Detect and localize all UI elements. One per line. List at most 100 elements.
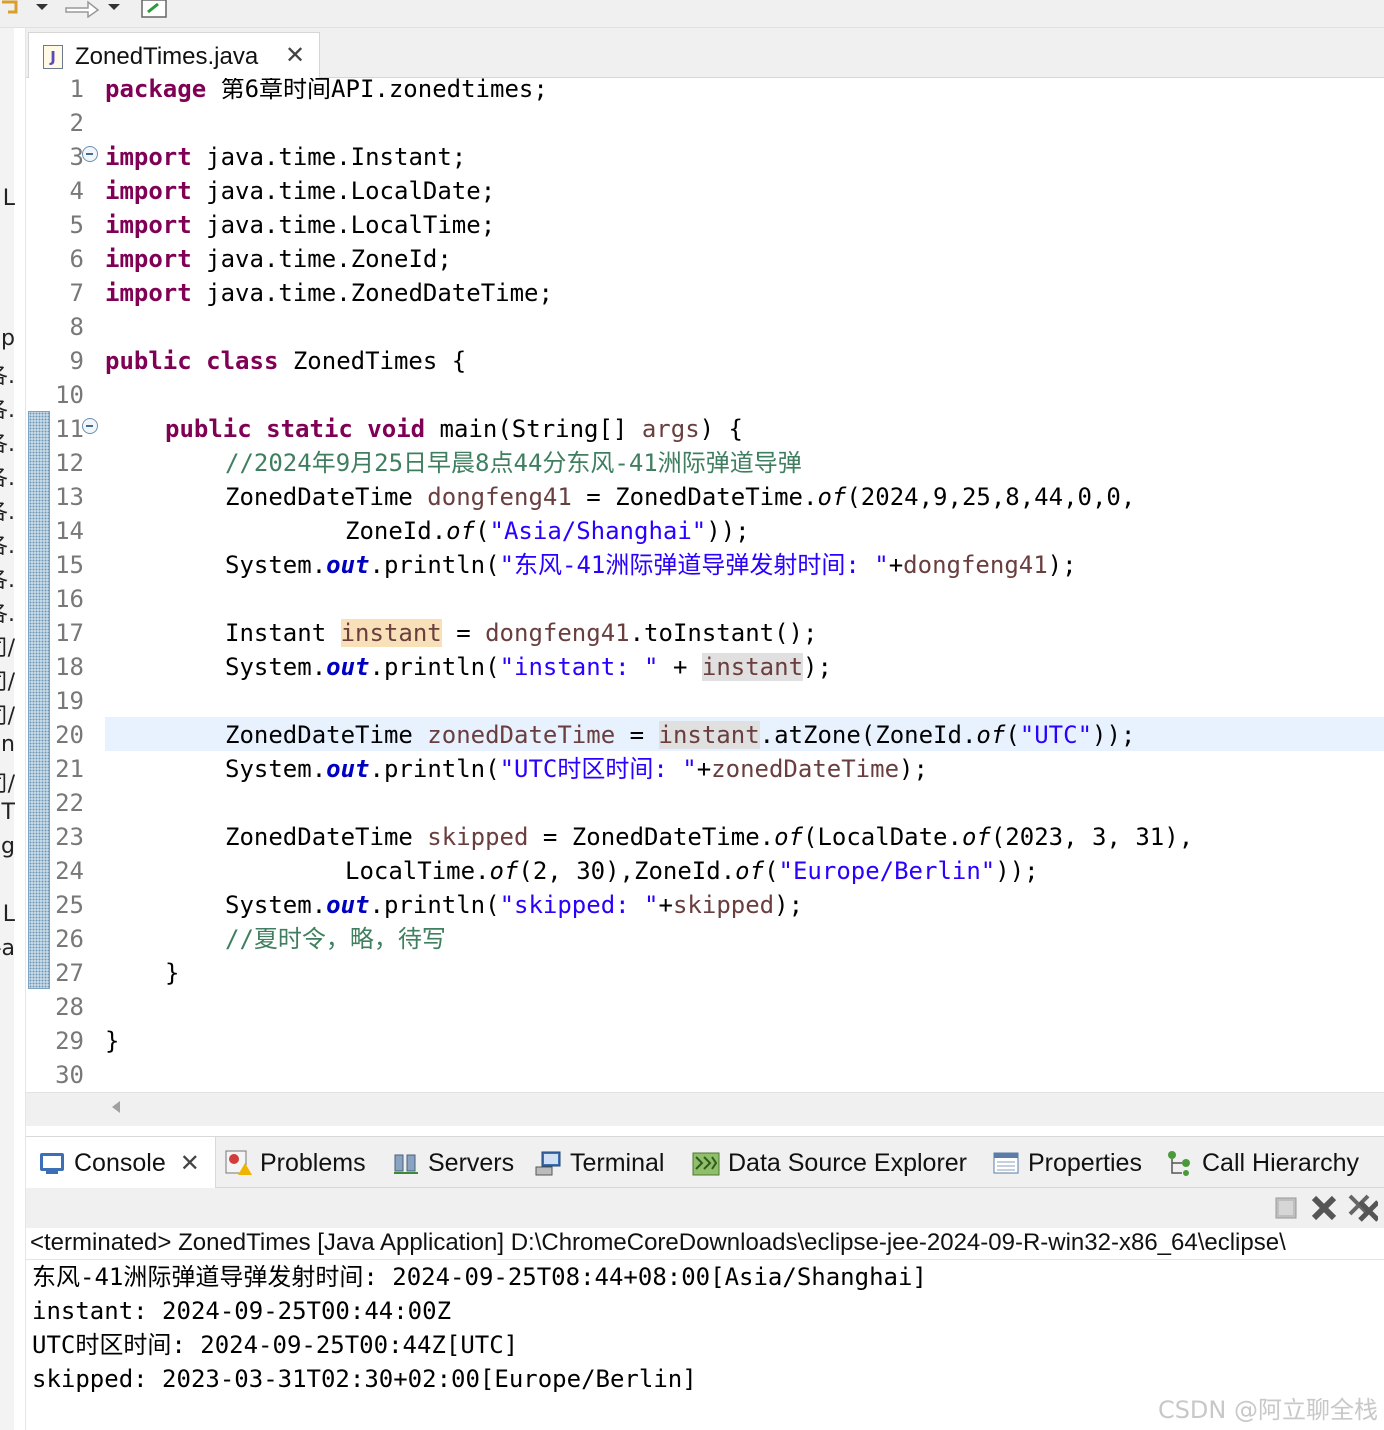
scroll-left-arrow-icon[interactable]: [112, 1101, 120, 1113]
fold-collapse-icon[interactable]: [82, 146, 98, 162]
left-fragment: g: [1, 834, 15, 859]
run-history-icon[interactable]: [0, 0, 60, 18]
code-line: ZonedDateTime zonedDateTime = instant.at…: [225, 718, 1135, 752]
line-number: 10: [55, 381, 84, 409]
code-string: "东风-41洲际弹道导弹发射时间: ": [499, 551, 889, 579]
close-tab-icon[interactable]: ✕: [285, 43, 305, 67]
code-line: System.out.println("东风-41洲际弹道导弹发射时间: "+d…: [225, 548, 1077, 582]
tab-properties[interactable]: Properties: [992, 1137, 1142, 1189]
code-text: );: [899, 755, 928, 783]
code-text: java.time.Instant;: [191, 143, 467, 171]
code-text: ZoneId.: [345, 517, 447, 545]
tab-call-hierarchy[interactable]: Call Hierarchy: [1166, 1137, 1359, 1189]
line-number: 22: [55, 789, 84, 817]
console-line: skipped: 2023-03-31T02:30+02:00[Europe/B…: [32, 1365, 697, 1393]
code-static-method: of: [976, 721, 1006, 749]
code-text: ));: [706, 517, 750, 545]
code-text: = ZonedDateTime.: [571, 483, 818, 511]
code-text: Instant: [225, 619, 341, 647]
line-number: 24: [55, 857, 84, 885]
line-number: 6: [69, 245, 84, 273]
left-view-strip: L p 各. 各. 各. 各. 各. 各. 各. 各. 司/ 司/ 司/ n 司…: [0, 28, 26, 1430]
left-fragment: L: [2, 902, 15, 927]
left-fragment: 各.: [0, 398, 15, 423]
code-static-method: of: [817, 483, 847, 511]
left-fragment: 各.: [0, 568, 15, 593]
line-number: 13: [55, 483, 84, 511]
close-tab-icon[interactable]: ✕: [180, 1149, 200, 1177]
scrollbar-track[interactable]: [102, 1093, 1384, 1126]
code-string: "UTC时区时间: ": [499, 755, 697, 783]
line-number: 4: [69, 177, 84, 205]
code-keyword: import: [105, 279, 192, 307]
tab-label: Call Hierarchy: [1202, 1148, 1359, 1177]
data-source-icon: [692, 1149, 720, 1177]
code-text: System.: [225, 755, 327, 783]
code-text: .println(: [369, 755, 500, 783]
line-number: 26: [55, 925, 84, 953]
code-variable-occurrence: instant: [658, 721, 760, 749]
fold-collapse-icon[interactable]: [82, 418, 98, 434]
code-text: .toInstant();: [629, 619, 818, 647]
code-line: package 第6章时间API.zonedtimes;: [105, 78, 548, 106]
code-text: (2024,9,25,8,44,0,0,: [846, 483, 1136, 511]
code-variable-occurrence: instant: [701, 653, 804, 681]
code-variable: skipped: [672, 891, 775, 919]
line-number: 29: [55, 1027, 84, 1055]
code-text: ));: [1092, 721, 1136, 749]
editor-tab-zonedtimes[interactable]: J ZonedTimes.java ✕: [28, 32, 320, 81]
code-static-method: of: [489, 857, 519, 885]
code-text: );: [774, 891, 804, 919]
code-variable: skipped: [427, 823, 529, 851]
code-line: System.out.println("skipped: "+skipped);: [225, 888, 803, 922]
code-text: LocalTime.: [345, 857, 490, 885]
code-text: .atZone(ZoneId.: [759, 721, 977, 749]
left-fragment: 司/: [0, 636, 15, 661]
forward-arrow-icon[interactable]: [62, 0, 130, 18]
code-line: ZonedDateTime skipped = ZonedDateTime.of…: [225, 820, 1193, 854]
editor-horizontal-scrollbar[interactable]: [26, 1092, 1384, 1126]
code-line: System.out.println("UTC时区时间: "+zonedDate…: [225, 752, 928, 786]
tab-data-source-explorer[interactable]: Data Source Explorer: [692, 1137, 967, 1189]
code-text: ZonedDateTime: [225, 483, 428, 511]
open-task-icon[interactable]: [140, 0, 170, 18]
code-static-method: of: [961, 823, 991, 851]
code-static-method: of: [735, 857, 765, 885]
tab-console[interactable]: Console ✕: [26, 1137, 216, 1189]
panel-separator: [26, 1126, 1384, 1136]
remove-launch-icon[interactable]: [1308, 1192, 1340, 1224]
line-number: 3: [69, 143, 84, 171]
code-editor[interactable]: 1 2 3 4 5 6 7 8 9 10 11 12 13 14 15 16 1…: [26, 78, 1384, 1092]
left-fragment: 司/: [0, 772, 15, 797]
line-number: 7: [69, 279, 84, 307]
remove-all-terminated-icon[interactable]: [1346, 1192, 1378, 1224]
code-text: main(String[]: [425, 415, 642, 443]
code-static-field: out: [326, 653, 370, 681]
tab-label: Servers: [428, 1148, 515, 1177]
line-number-ruler: 1 2 3 4 5 6 7 8 9 10 11 12 13 14 15 16 1…: [50, 78, 106, 1092]
editor-tab-bar: J ZonedTimes.java ✕: [26, 28, 1384, 81]
line-number: 11: [55, 415, 84, 443]
watermark: CSDN @阿立聊全栈: [1157, 1396, 1378, 1424]
code-variable-occurrence: instant: [340, 619, 442, 647]
line-number: 15: [55, 551, 84, 579]
code-line: import java.time.ZoneId;: [105, 242, 452, 276]
code-text: );: [803, 653, 832, 681]
code-line: }: [105, 1027, 120, 1055]
code-text: );: [1047, 551, 1077, 579]
code-line: import java.time.LocalDate;: [105, 174, 495, 208]
code-text: (LocalDate.: [803, 823, 962, 851]
code-keyword: import: [105, 211, 192, 239]
code-text: System.: [225, 891, 327, 919]
tab-servers[interactable]: Servers: [392, 1137, 514, 1189]
tab-problems[interactable]: Problems: [224, 1137, 366, 1189]
line-number: 14: [55, 517, 84, 545]
code-string: "Europe/Berlin": [778, 857, 996, 885]
code-text: .println(: [369, 891, 500, 919]
code-text: ZonedDateTime: [225, 823, 428, 851]
console-line: 东风-41洲际弹道导弹发射时间: 2024-09-25T08:44+08:00[…: [32, 1263, 927, 1291]
tab-terminal[interactable]: Terminal: [534, 1137, 664, 1189]
code-static-field: out: [326, 755, 370, 783]
code-line: LocalTime.of(2, 30),ZoneId.of("Europe/Be…: [345, 854, 1039, 888]
terminate-icon[interactable]: [1270, 1192, 1302, 1224]
